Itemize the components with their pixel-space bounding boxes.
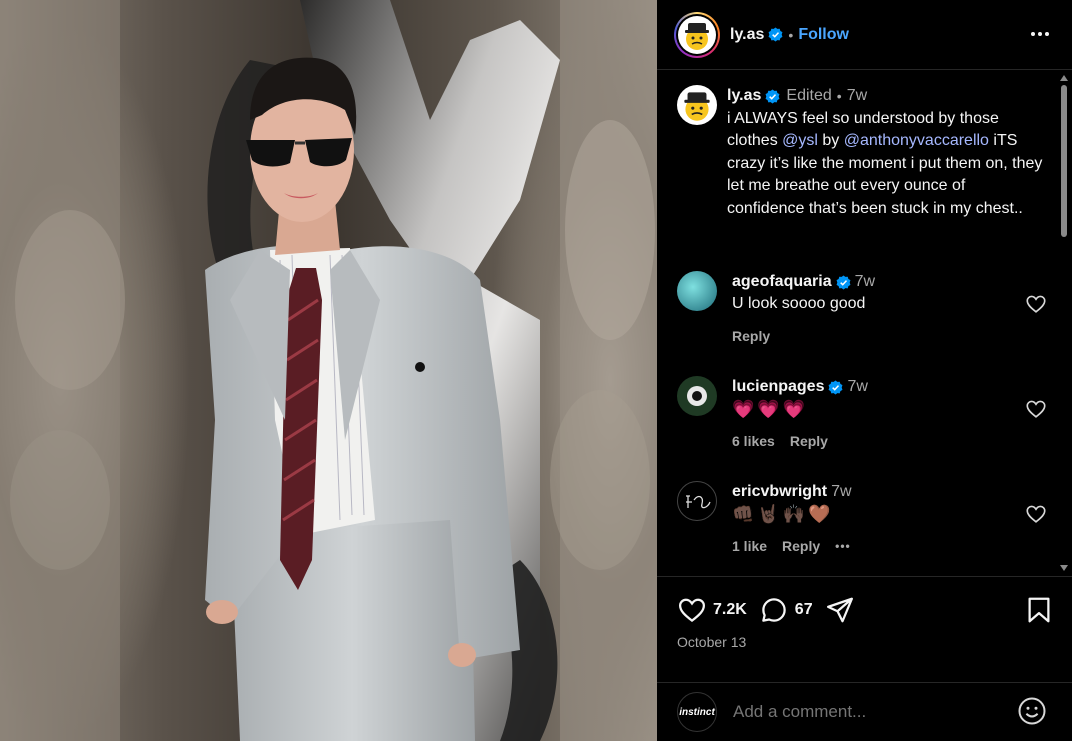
caption-avatar[interactable] <box>677 85 717 125</box>
author-avatar-emoji-icon <box>685 22 709 50</box>
reply-button[interactable]: Reply <box>782 535 820 557</box>
post-header: ly.as • Follow <box>657 0 1072 70</box>
comment-time: 7w <box>854 273 876 290</box>
post-photo-illustration <box>0 0 657 741</box>
likes-count[interactable]: 7.2K <box>713 601 747 619</box>
commenter-avatar[interactable] <box>677 481 717 521</box>
comments-count: 67 <box>794 601 813 618</box>
header-separator: • <box>788 26 794 43</box>
commenter-avatar-eye-icon <box>687 386 707 406</box>
comment-more-options-icon[interactable]: ••• <box>835 535 851 557</box>
like-comment-heart-icon[interactable] <box>1025 398 1047 420</box>
caption-text-part: by <box>817 132 844 149</box>
verified-badge-icon <box>768 27 783 42</box>
reply-button[interactable]: Reply <box>790 430 828 452</box>
current-user-avatar[interactable]: instinct <box>677 692 717 732</box>
comment-item: lucienpages 7w 💗💗💗 6 likes Reply <box>677 376 1047 452</box>
like-comment-heart-icon[interactable] <box>1025 293 1047 315</box>
caption-avatar-emoji-icon <box>684 92 710 121</box>
comment-item: ageofaquaria 7w U look soooo good Reply <box>677 271 1047 347</box>
comment-likes[interactable]: 1 like <box>732 535 767 557</box>
emoji-icon[interactable] <box>1017 696 1047 726</box>
mention-link[interactable]: @anthonyvaccarello <box>844 132 989 149</box>
caption-time[interactable]: 7w <box>847 85 867 108</box>
commenter-username[interactable]: ageofaquaria <box>732 271 832 293</box>
follow-button[interactable]: Follow <box>798 26 849 44</box>
caption-text: i ALWAYS feel so understood by those clo… <box>727 108 1047 221</box>
more-options-icon[interactable] <box>1028 22 1052 46</box>
comment-text: U look soooo good <box>732 295 866 312</box>
comment-item: ericvbwright 7w 👊🏿🤘🏿🙌🏿🤎 1 like Reply ••• <box>677 481 1047 557</box>
commenter-avatar[interactable] <box>677 271 717 311</box>
scrollbar-thumb[interactable] <box>1061 85 1067 237</box>
comment-likes[interactable]: 6 likes <box>732 430 775 452</box>
comment-text: 👊🏿🤘🏿🙌🏿🤎 <box>732 504 834 524</box>
add-comment-input[interactable] <box>733 702 1003 722</box>
commenter-avatar[interactable] <box>677 376 717 416</box>
comment-text: 💗💗💗 <box>732 399 809 419</box>
comments-scroll-area[interactable]: ly.as Edited • 7w i ALWAYS feel so under… <box>657 71 1072 575</box>
heart-icon[interactable] <box>677 595 707 625</box>
scroll-down-arrow-icon[interactable] <box>1060 565 1068 571</box>
comment-time: 7w <box>831 483 852 500</box>
post-actions-bar: 7.2K 67 October 13 <box>657 576 1072 681</box>
post-date[interactable]: October 13 <box>677 634 746 650</box>
add-comment-bar: instinct <box>657 682 1072 741</box>
post-photo[interactable] <box>0 0 657 741</box>
edited-label: Edited <box>786 87 832 104</box>
verified-badge-icon <box>836 274 851 290</box>
post-side-panel: ly.as • Follow ly.as Edited • 7w i ALWAY… <box>657 0 1072 741</box>
like-comment-heart-icon[interactable] <box>1025 503 1047 525</box>
commenter-username[interactable]: ericvbwright <box>732 481 827 503</box>
author-avatar[interactable] <box>674 11 720 58</box>
caption-separator: • <box>836 88 842 104</box>
mention-link[interactable]: @ysl <box>782 132 818 149</box>
caption-username[interactable]: ly.as <box>727 85 761 108</box>
share-icon[interactable] <box>825 595 855 625</box>
comment-icon[interactable] <box>759 595 789 625</box>
comment-time: 7w <box>847 378 868 395</box>
author-username[interactable]: ly.as <box>730 26 764 44</box>
verified-badge-icon <box>765 89 780 104</box>
scroll-up-arrow-icon[interactable] <box>1060 75 1068 81</box>
comments-scrollbar[interactable] <box>1058 71 1070 575</box>
verified-badge-icon <box>829 379 843 395</box>
reply-button[interactable]: Reply <box>732 325 770 347</box>
commenter-avatar-signature-icon <box>686 495 711 509</box>
post-caption: ly.as Edited • 7w i ALWAYS feel so under… <box>677 85 1047 220</box>
bookmark-icon[interactable] <box>1024 595 1054 625</box>
commenter-username[interactable]: lucienpages <box>732 376 824 398</box>
